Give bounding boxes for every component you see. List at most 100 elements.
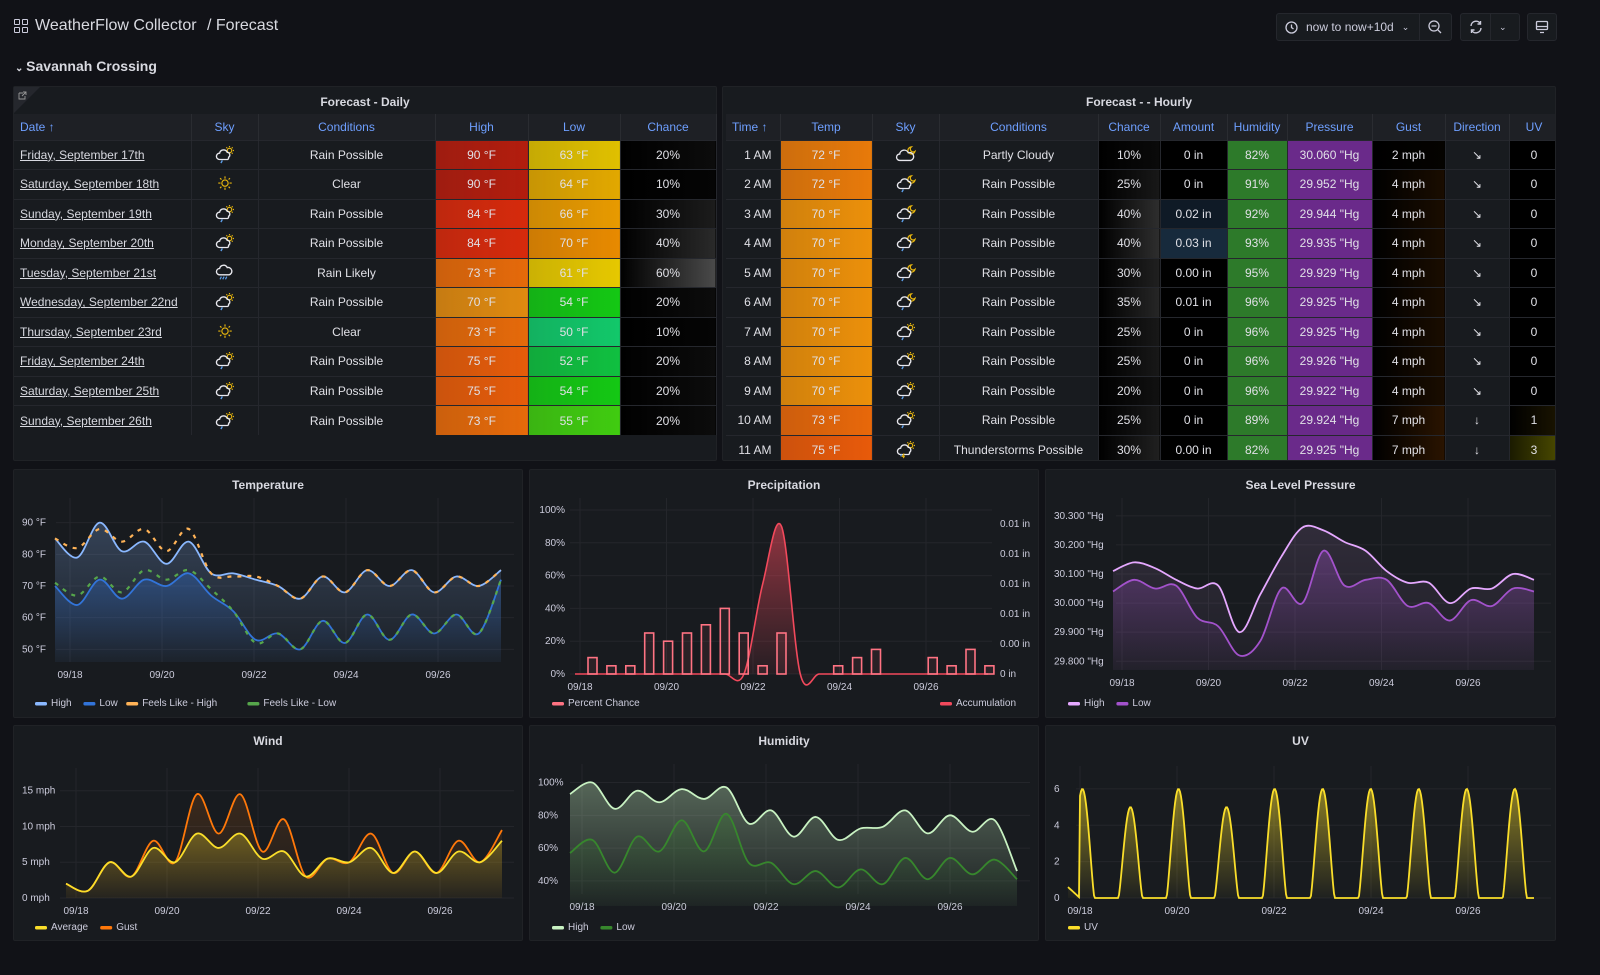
legend-label: Percent Chance [568, 698, 640, 709]
column-header-sky[interactable]: Sky [872, 114, 940, 140]
gust-cell: 4 mph [1372, 169, 1446, 199]
pressure-cell: 29.925 "Hg [1287, 287, 1373, 317]
refresh-group[interactable]: ⌄ [1460, 13, 1520, 41]
daily-table: Date ↑ Sky Conditions High Low Chance Friday,… [14, 114, 717, 435]
gust-cell: 4 mph [1372, 287, 1446, 317]
sky-cell [191, 346, 259, 376]
column-header-humidity[interactable]: Humidity [1227, 114, 1288, 140]
legend-item[interactable]: Low [600, 922, 636, 933]
gust-cell: 4 mph [1372, 346, 1446, 376]
tv-mode-button[interactable] [1527, 13, 1557, 41]
column-header-uv[interactable]: UV [1509, 114, 1555, 140]
date-link[interactable]: Wednesday, September 22nd [14, 287, 192, 317]
y-tick-label: 6 [1054, 784, 1060, 795]
x-tick-label: 09/18 [63, 906, 88, 917]
legend-item[interactable]: Feels Like - High [126, 698, 217, 709]
column-header-sky[interactable]: Sky [191, 114, 259, 140]
column-header-time[interactable]: Time ↑ [726, 114, 781, 140]
legend-item[interactable]: High [35, 698, 72, 709]
date-link[interactable]: Saturday, September 18th [14, 169, 192, 199]
zoom-out-button[interactable] [1420, 14, 1450, 40]
legend-item[interactable]: Low [83, 698, 119, 709]
y-tick-label: 90 °F [22, 518, 46, 529]
date-link[interactable]: Monday, September 20th [14, 228, 192, 258]
time-range-label: now to now+10d [1306, 20, 1394, 34]
rain-sun-icon [896, 381, 915, 400]
date-link[interactable]: Saturday, September 25th [14, 375, 192, 406]
column-header-pressure[interactable]: Pressure [1287, 114, 1373, 140]
legend-swatch [552, 926, 564, 930]
chevron-down-icon: ⌄ [15, 63, 27, 74]
legend-item[interactable]: High [1068, 698, 1105, 709]
column-header-chance[interactable]: Chance [620, 114, 717, 140]
amount-cell: 0 in [1160, 169, 1228, 199]
app-title-link[interactable]: WeatherFlow Collector [35, 17, 197, 34]
time-range-button[interactable]: now to now+10d ⌄ [1277, 14, 1420, 40]
x-tick-label: 09/22 [1261, 906, 1286, 917]
bar [700, 624, 712, 675]
column-header-conditions[interactable]: Conditions [939, 114, 1099, 140]
refresh-interval-dropdown[interactable]: ⌄ [1491, 14, 1515, 40]
column-header-conditions[interactable]: Conditions [258, 114, 436, 140]
y-tick-label: 20% [545, 636, 565, 647]
sky-cell [191, 228, 259, 258]
legend-item[interactable]: Feels Like - Low [247, 698, 337, 709]
date-link[interactable]: Friday, September 17th [14, 139, 192, 170]
date-link[interactable]: Sunday, September 26th [14, 405, 192, 435]
legend-item[interactable]: Average [35, 922, 89, 933]
column-header-date[interactable]: Date ↑ [14, 114, 192, 140]
thunderstorm-sun-icon [896, 441, 915, 459]
humidity-cell: 82% [1227, 434, 1288, 460]
column-header-temp[interactable]: Temp [780, 114, 873, 140]
legend-swatch [552, 702, 564, 706]
date-link[interactable]: Sunday, September 19th [14, 198, 192, 229]
legend-item[interactable]: Low [1116, 698, 1152, 709]
column-header-direction[interactable]: Direction [1445, 114, 1510, 140]
y-tick-label: 70 °F [22, 581, 46, 592]
sky-cell [872, 434, 940, 460]
sky-cell [872, 169, 940, 199]
column-header-amount[interactable]: Amount [1160, 114, 1228, 140]
legend-item[interactable]: High [552, 922, 589, 933]
date-link[interactable]: Thursday, September 23rd [14, 316, 192, 347]
conditions-cell: Clear [258, 169, 436, 199]
panel-wind: Wind 0 mph 5 mph 10 mph 15 mph 09/18 09/20 09/… [13, 725, 523, 941]
column-header-chance[interactable]: Chance [1098, 114, 1161, 140]
time-cell: 2 AM [726, 169, 781, 199]
x-tick-label: 09/24 [333, 670, 358, 681]
direction-arrow-icon: ↘ [1445, 139, 1510, 170]
rain-moon-icon [896, 263, 916, 282]
temp-cell: 72 °F [780, 139, 873, 170]
sky-cell [872, 198, 940, 229]
table-row: 5 AM 70 °F Rain Possible 30% 0.00 in 95% 29.92… [726, 257, 1555, 288]
refresh-button[interactable] [1461, 14, 1491, 40]
high-cell: 73 °F [435, 405, 529, 435]
legend-item[interactable]: Accumulation [940, 698, 1016, 709]
dashboards-grid-icon[interactable] [14, 19, 28, 33]
x-tick-label: 09/26 [425, 670, 450, 681]
series-area-low [1113, 550, 1534, 670]
date-link[interactable]: Tuesday, September 21st [14, 257, 192, 288]
legend-item[interactable]: Gust [100, 922, 138, 933]
row-header[interactable]: ⌄ Savannah Crossing [15, 58, 157, 74]
time-cell: 10 AM [726, 405, 781, 435]
time-cell: 11 AM [726, 434, 781, 460]
column-header-high[interactable]: High [435, 114, 529, 140]
bar [946, 665, 957, 675]
conditions-cell: Rain Possible [939, 346, 1099, 376]
bar [851, 656, 863, 675]
date-link[interactable]: Friday, September 24th [14, 346, 192, 376]
legend-item[interactable]: Percent Chance [552, 698, 640, 709]
chance-cell: 40% [1098, 198, 1161, 229]
column-header-gust[interactable]: Gust [1372, 114, 1446, 140]
precipitation-chart: 09/18 09/20 09/22 09/24 09/26 0% 20% 40% 60% 80% 1… [539, 498, 1030, 709]
legend-item[interactable]: UV [1068, 922, 1098, 933]
x-tick-label: 09/20 [1196, 678, 1221, 689]
uv-cell: 0 [1509, 198, 1555, 229]
chance-cell: 10% [620, 316, 717, 347]
time-picker[interactable]: now to now+10d ⌄ [1276, 13, 1452, 41]
temp-cell: 70 °F [780, 198, 873, 229]
column-header-low[interactable]: Low [528, 114, 621, 140]
humidity-cell: 96% [1227, 316, 1288, 347]
bar [965, 648, 976, 675]
